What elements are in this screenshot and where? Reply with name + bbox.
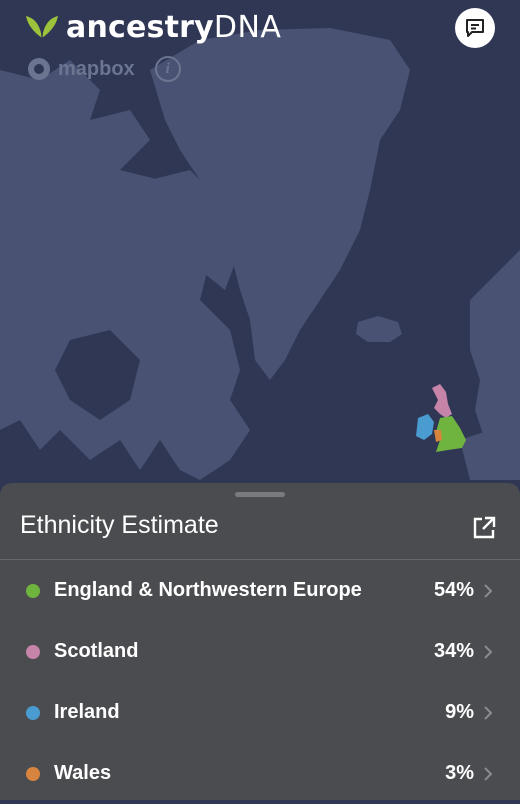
england-color-dot <box>26 583 40 598</box>
logo-name-prefix: ancestry <box>66 9 214 45</box>
region-name: England & Northwestern Europe <box>54 579 362 601</box>
chevron-right-icon <box>484 583 493 598</box>
region-percent: 3% <box>445 762 474 784</box>
region-percent: 9% <box>445 701 474 723</box>
mapbox-attribution[interactable]: mapbox i <box>28 56 181 82</box>
wales-color-dot <box>26 766 40 781</box>
ancestry-dna-logo: ancestryDNA <box>24 10 281 45</box>
leaf-icon <box>26 16 58 39</box>
europe-mainland <box>460 430 520 480</box>
region-row-england[interactable]: England & Northwestern Europe 54% <box>0 560 520 621</box>
region-percent: 34% <box>433 640 474 662</box>
region-row-wales[interactable]: Wales 3% <box>0 743 520 804</box>
mapbox-logo-icon <box>28 58 50 80</box>
logo-name-suffix: DNA <box>213 9 282 45</box>
chevron-right-icon <box>484 705 493 720</box>
region-row-scotland[interactable]: Scotland 34% <box>0 621 520 682</box>
region-name: Wales <box>54 762 112 784</box>
region-name: Ireland <box>54 701 120 723</box>
logo-wordmark: ancestryDNA <box>66 10 281 45</box>
ethnicity-sheet[interactable]: Ethnicity Estimate England & Northwester… <box>0 483 520 800</box>
region-row-ireland[interactable]: Ireland 9% <box>0 682 520 743</box>
region-name: Scotland <box>54 640 139 662</box>
chevron-right-icon <box>484 644 493 659</box>
mapbox-label: mapbox <box>58 57 135 80</box>
info-icon[interactable]: i <box>154 56 181 82</box>
chat-button[interactable] <box>455 8 495 48</box>
external-link-icon[interactable] <box>470 514 498 542</box>
region-percent: 54% <box>433 579 474 601</box>
sheet-title: Ethnicity Estimate <box>20 511 219 539</box>
chevron-right-icon <box>484 766 493 781</box>
chat-icon <box>466 19 484 37</box>
sheet-drag-handle[interactable] <box>235 492 285 497</box>
scotland-color-dot <box>26 644 40 659</box>
region-list: England & Northwestern Europe 54% Scotla… <box>0 560 520 804</box>
ireland-color-dot <box>26 705 40 720</box>
